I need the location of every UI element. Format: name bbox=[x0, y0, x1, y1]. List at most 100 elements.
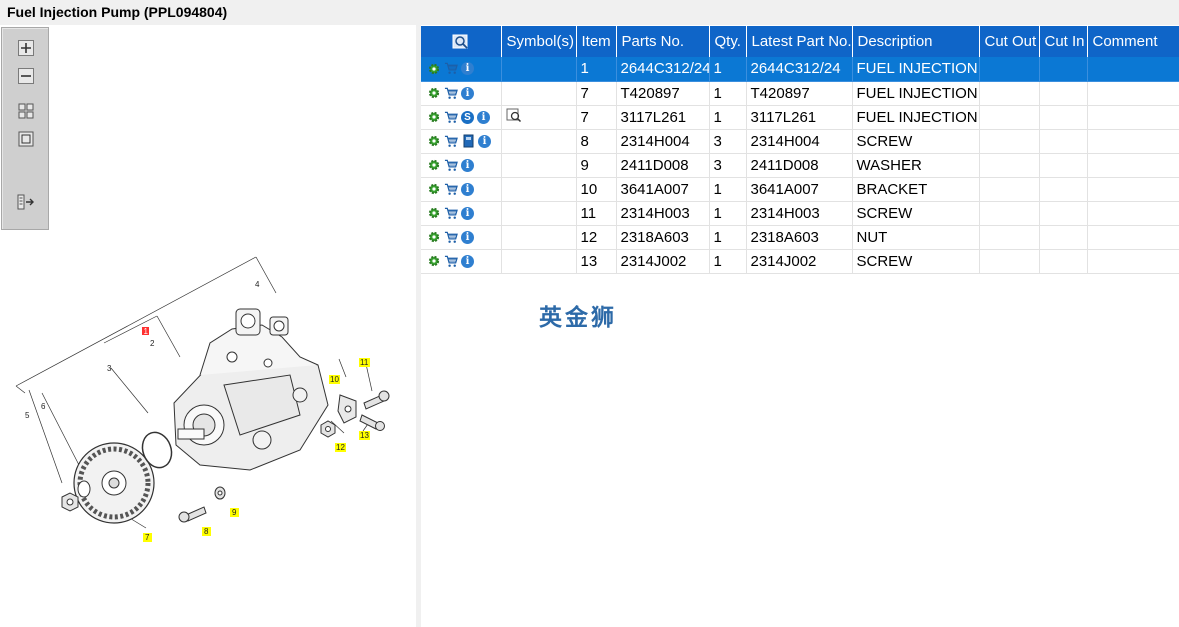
info-icon[interactable]: i bbox=[461, 62, 474, 76]
cart-icon[interactable] bbox=[444, 230, 458, 244]
symbol-cell bbox=[501, 57, 577, 82]
zoom-out-button[interactable] bbox=[16, 66, 36, 86]
fit-all-button[interactable] bbox=[16, 101, 36, 121]
zoom-in-button[interactable] bbox=[16, 38, 36, 58]
parts-row[interactable]: i 11 2314H003 1 2314H003 SCREW bbox=[421, 201, 1179, 226]
parts-row[interactable]: i 13 2314J002 1 2314J002 SCREW bbox=[421, 249, 1179, 274]
qty-cell: 1 bbox=[709, 57, 747, 82]
gear-icon[interactable] bbox=[427, 206, 441, 220]
callout-6[interactable]: 6 bbox=[41, 402, 46, 411]
latest-part-no-cell: 2318A603 bbox=[746, 225, 853, 250]
callout-13[interactable]: 13 bbox=[360, 431, 369, 440]
column-header-comment[interactable]: Comment bbox=[1087, 26, 1179, 57]
callout-8[interactable]: 8 bbox=[204, 527, 209, 536]
info-icon[interactable]: i bbox=[461, 86, 474, 100]
parts-row[interactable]: i 9 2411D008 3 2411D008 WASHER bbox=[421, 153, 1179, 178]
parts-grid: Symbol(s) Item Parts No. Qty. Latest Par… bbox=[421, 26, 1179, 627]
column-header-icons[interactable] bbox=[421, 26, 502, 57]
info-icon[interactable]: i bbox=[477, 110, 490, 124]
info-icon[interactable]: i bbox=[461, 230, 474, 244]
cart-icon[interactable] bbox=[444, 134, 458, 148]
parts-no-cell: 3641A007 bbox=[616, 177, 710, 202]
column-header-symbols[interactable]: Symbol(s) bbox=[501, 26, 577, 57]
comment-cell bbox=[1087, 225, 1179, 250]
cart-icon[interactable] bbox=[444, 86, 458, 100]
parts-row[interactable]: Si73117L26113117L261FUEL INJECTION PUMP bbox=[421, 105, 1179, 130]
latest-part-no-cell: 3641A007 bbox=[746, 177, 853, 202]
cart-icon[interactable] bbox=[444, 182, 458, 196]
callout-7[interactable]: 7 bbox=[145, 533, 150, 542]
cart-icon[interactable] bbox=[444, 110, 458, 124]
item-cell: 11 bbox=[576, 201, 617, 226]
column-header-qty[interactable]: Qty. bbox=[709, 26, 747, 57]
column-header-latest-part-no[interactable]: Latest Part No. bbox=[746, 26, 853, 57]
watermark-logo: 英金狮 bbox=[539, 305, 617, 331]
parts-no-cell: 2314H003 bbox=[616, 201, 710, 226]
row-actions-cell: i bbox=[421, 177, 502, 202]
latest-part-no-cell: 2314J002 bbox=[746, 249, 853, 274]
zoom-in-icon bbox=[18, 40, 34, 56]
item-cell: 10 bbox=[576, 177, 617, 202]
row-actions-cell: i bbox=[421, 81, 502, 106]
gear-icon[interactable] bbox=[427, 110, 441, 124]
parts-no-cell: 2314J002 bbox=[616, 249, 710, 274]
gear-icon[interactable] bbox=[427, 182, 441, 196]
info-icon[interactable]: i bbox=[461, 254, 474, 268]
item-cell: 12 bbox=[576, 225, 617, 250]
parts-row[interactable]: i7T4208971T420897FUEL INJECTION PUMP bbox=[421, 81, 1179, 106]
callout-2[interactable]: 2 bbox=[150, 339, 155, 348]
cart-icon[interactable] bbox=[444, 206, 458, 220]
cut-out-cell bbox=[979, 57, 1040, 82]
cart-icon[interactable] bbox=[444, 62, 458, 76]
comment-cell bbox=[1087, 249, 1179, 274]
parts-row[interactable]: i 12 2318A603 1 2318A603 NUT bbox=[421, 225, 1179, 250]
parts-row[interactable]: i 1 2644C312/24 1 2644C312/24 FUEL INJECTION … bbox=[421, 57, 1179, 82]
diagram-pane: 1 2 3 4 5 6 7 8 9 10 11 12 13 bbox=[0, 25, 416, 627]
comment-cell bbox=[1087, 129, 1179, 154]
info-icon[interactable]: i bbox=[461, 182, 474, 196]
bracket-part bbox=[337, 394, 357, 424]
comment-cell bbox=[1087, 201, 1179, 226]
gear-icon[interactable] bbox=[427, 86, 441, 100]
parts-no-cell: 2318A603 bbox=[616, 225, 710, 250]
callout-12[interactable]: 12 bbox=[336, 443, 345, 452]
cart-icon[interactable] bbox=[444, 254, 458, 268]
parts-row[interactable]: i 8 2314H004 3 2314H004 SCREW bbox=[421, 129, 1179, 154]
gear-icon[interactable] bbox=[427, 230, 441, 244]
column-header-cut-in[interactable]: Cut In bbox=[1039, 26, 1088, 57]
find-icon bbox=[452, 34, 468, 49]
column-header-parts-no[interactable]: Parts No. bbox=[616, 26, 710, 57]
info-icon[interactable]: i bbox=[478, 134, 491, 148]
gear-icon[interactable] bbox=[427, 158, 441, 172]
symbol-cell bbox=[501, 129, 577, 154]
screw-11-part bbox=[363, 390, 390, 410]
s-icon[interactable]: S bbox=[461, 110, 474, 124]
info-icon[interactable]: i bbox=[461, 158, 474, 172]
parts-row[interactable]: i 10 3641A007 1 3641A007 BRACKET bbox=[421, 177, 1179, 202]
latest-part-no-cell: 2314H004 bbox=[746, 129, 853, 154]
gear-icon[interactable] bbox=[427, 254, 441, 268]
cut-out-cell bbox=[979, 129, 1040, 154]
fit-window-button[interactable] bbox=[16, 129, 36, 149]
comment-cell bbox=[1087, 81, 1179, 106]
symbol-cell bbox=[501, 105, 577, 130]
gear-icon[interactable] bbox=[427, 62, 441, 76]
callout-3[interactable]: 3 bbox=[107, 364, 112, 373]
callout-4[interactable]: 4 bbox=[255, 280, 260, 289]
export-button[interactable] bbox=[16, 192, 36, 212]
callout-10[interactable]: 10 bbox=[330, 375, 339, 384]
cart-icon[interactable] bbox=[444, 158, 458, 172]
column-header-description[interactable]: Description bbox=[852, 26, 980, 57]
info-icon[interactable]: i bbox=[461, 206, 474, 220]
book-icon[interactable] bbox=[461, 134, 475, 148]
comment-cell bbox=[1087, 177, 1179, 202]
callout-5[interactable]: 5 bbox=[25, 411, 30, 420]
gear-icon[interactable] bbox=[427, 134, 441, 148]
column-header-cut-out[interactable]: Cut Out bbox=[979, 26, 1040, 57]
screw-13-part bbox=[359, 414, 385, 431]
view-image-icon[interactable] bbox=[506, 108, 522, 126]
callout-11[interactable]: 11 bbox=[360, 358, 369, 367]
callout-1[interactable]: 1 bbox=[144, 327, 149, 336]
callout-9[interactable]: 9 bbox=[232, 508, 237, 517]
column-header-item[interactable]: Item bbox=[576, 26, 617, 57]
